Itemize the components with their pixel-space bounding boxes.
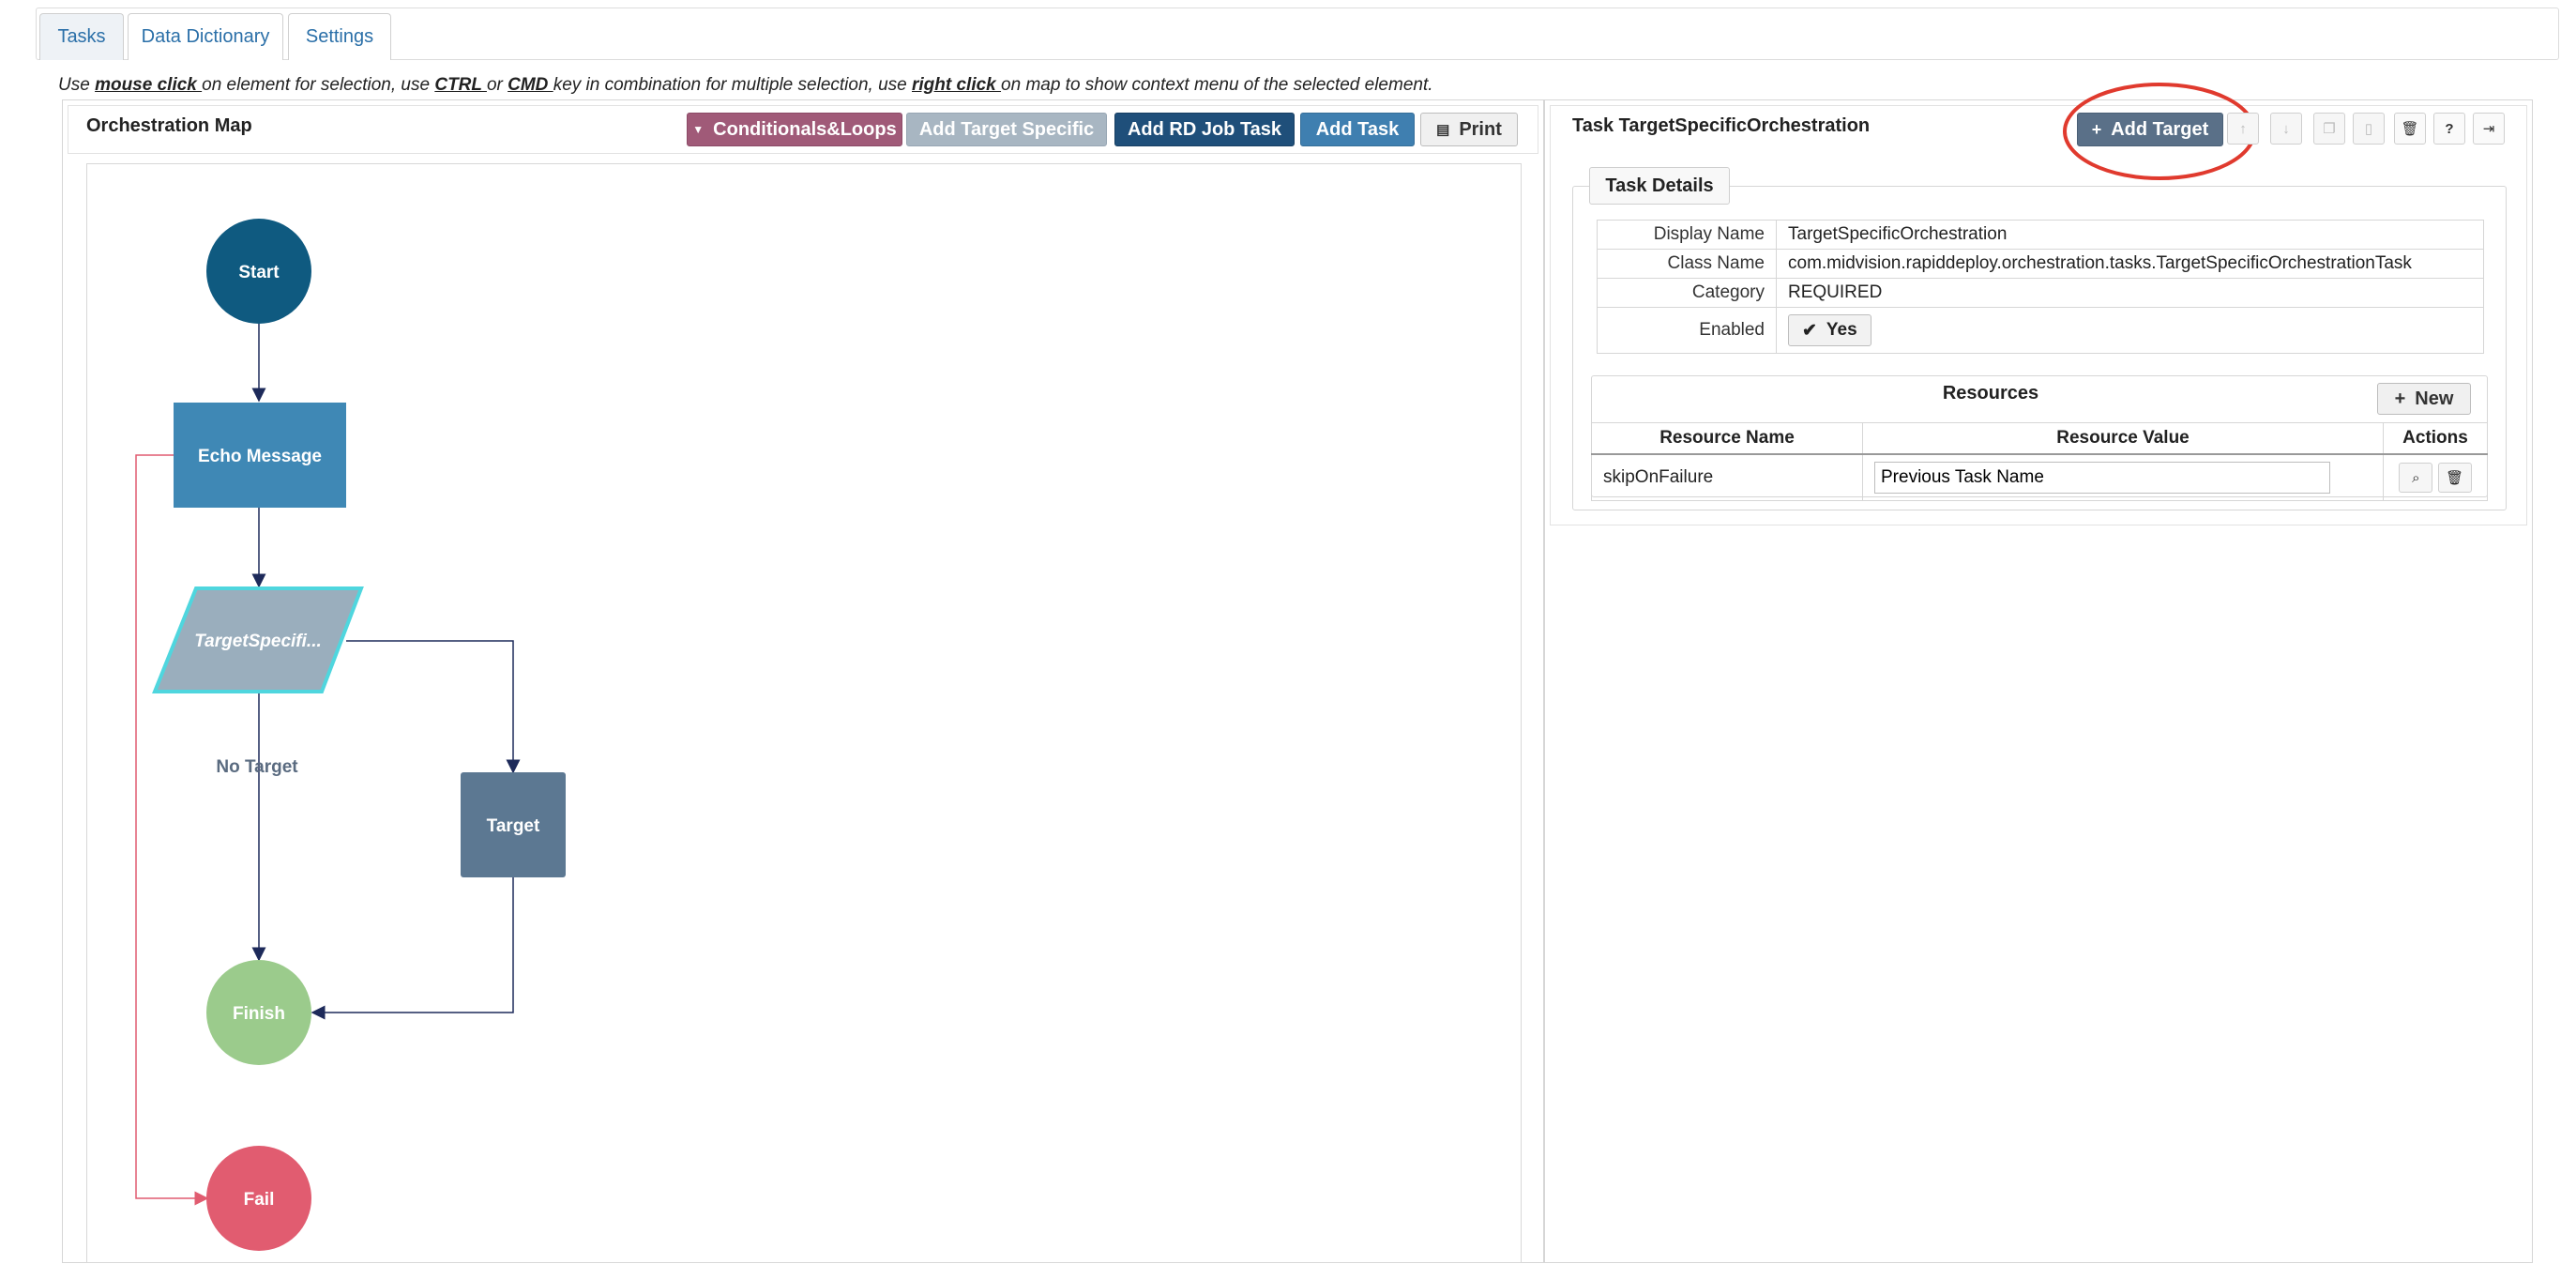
detail-label: Category: [1597, 278, 1777, 308]
plus-icon: +: [2394, 388, 2406, 409]
edge-to-target: [346, 640, 521, 774]
enabled-label: Enabled: [1597, 307, 1777, 354]
col-resource-value: Resource Value: [1862, 422, 2384, 455]
new-label: New: [2415, 388, 2454, 409]
conditionals-loops-button[interactable]: ▼ Conditionals&Loops: [687, 113, 902, 146]
start-label: Start: [238, 263, 280, 282]
edge-echo-fail: [135, 454, 209, 1206]
finish-label: Finish: [233, 1004, 285, 1024]
tab-bar: [36, 8, 2559, 60]
move-up-icon[interactable]: ↑: [2227, 113, 2259, 145]
instruction-hint: Use mouse click on element for selection…: [58, 75, 1433, 96]
copy-icon[interactable]: ❐: [2313, 113, 2345, 145]
enabled-cell: ✔ Yes: [1776, 307, 2484, 354]
add-target-specific-button[interactable]: Add Target Specific: [906, 113, 1107, 146]
check-icon: ✔: [1802, 320, 1817, 341]
node-target[interactable]: Target: [461, 772, 566, 877]
detail-value: REQUIRED: [1776, 278, 2484, 308]
detail-label: Class Name: [1597, 249, 1777, 279]
node-echo-message[interactable]: Echo Message: [174, 403, 346, 508]
print-icon: ▤: [1436, 122, 1450, 138]
detail-row: Display Name TargetSpecificOrchestration: [1597, 220, 2484, 250]
detail-value: com.midvision.rapiddeploy.orchestration.…: [1776, 249, 2484, 279]
target-label: Target: [487, 816, 540, 836]
detail-row-enabled: Enabled ✔ Yes: [1597, 307, 2484, 354]
echo-label: Echo Message: [198, 447, 322, 466]
detail-value: TargetSpecificOrchestration: [1776, 220, 2484, 250]
node-fail[interactable]: Fail: [206, 1146, 311, 1251]
collapse-panel-icon[interactable]: ⇥: [2473, 113, 2505, 145]
hint-text: or: [486, 75, 508, 95]
enabled-toggle[interactable]: ✔ Yes: [1788, 314, 1871, 346]
hint-text: Use: [58, 75, 96, 95]
resources-header-row: Resource Name Resource Value Actions: [1591, 422, 2488, 455]
enabled-value: Yes: [1826, 320, 1857, 340]
resource-value-input[interactable]: [1874, 462, 2330, 494]
hint-text: key in combination for multiple selectio…: [553, 75, 912, 95]
tab-data-dictionary[interactable]: Data Dictionary: [128, 13, 283, 60]
detail-label: Display Name: [1597, 220, 1777, 250]
hint-keyword: right click: [912, 75, 1002, 95]
task-details-table: Display Name TargetSpecificOrchestration…: [1597, 220, 2484, 354]
resource-name: skipOnFailure: [1591, 453, 1863, 501]
map-canvas[interactable]: Start Echo Message TargetSpecifi... No T…: [86, 163, 1522, 1263]
resource-row: skipOnFailure ⌕ 🗑︎: [1591, 453, 2488, 501]
node-start[interactable]: Start: [206, 219, 311, 324]
hint-keyword: CTRL: [434, 75, 487, 95]
add-rd-job-task-button[interactable]: Add RD Job Task: [1114, 113, 1295, 146]
edge-label-no-target: No Target: [216, 757, 298, 777]
paste-icon[interactable]: ▯: [2353, 113, 2385, 145]
hint-keyword: mouse click: [95, 75, 203, 95]
col-actions: Actions: [2383, 422, 2488, 455]
resource-value-cell: [1862, 453, 2384, 501]
resources-title: Resources: [1942, 383, 2039, 404]
hint-text: on map to show context menu of the selec…: [1001, 75, 1433, 95]
tab-settings[interactable]: Settings: [288, 13, 391, 60]
fail-label: Fail: [244, 1190, 275, 1210]
node-target-specific[interactable]: TargetSpecifi...: [152, 586, 364, 693]
detail-row: Class Name com.midvision.rapiddeploy.orc…: [1597, 249, 2484, 279]
help-icon[interactable]: ?: [2433, 113, 2465, 145]
edge-target-finish: [311, 877, 514, 1020]
target-specific-label: TargetSpecifi...: [194, 632, 322, 651]
map-title: Orchestration Map: [86, 115, 252, 136]
hint-text: on element for selection, use: [202, 75, 435, 95]
trash-icon[interactable]: 🗑︎: [2394, 113, 2426, 145]
tab-tasks[interactable]: Tasks: [39, 13, 124, 60]
col-resource-name: Resource Name: [1591, 422, 1863, 455]
resource-actions: ⌕ 🗑︎: [2383, 453, 2488, 501]
print-label: Print: [1459, 118, 1502, 140]
print-button[interactable]: ▤ Print: [1420, 113, 1518, 146]
delete-resource-icon[interactable]: 🗑︎: [2437, 462, 2472, 493]
detail-row: Category REQUIRED: [1597, 278, 2484, 308]
caret-down-icon: ▼: [692, 123, 705, 136]
hint-keyword: CMD: [508, 75, 553, 95]
task-details-tab[interactable]: Task Details: [1589, 167, 1730, 205]
conditionals-label: Conditionals&Loops: [713, 118, 897, 140]
search-icon[interactable]: ⌕: [2399, 463, 2433, 494]
task-title: Task TargetSpecificOrchestration: [1572, 115, 1871, 136]
map-diagram: Start Echo Message TargetSpecifi... No T…: [135, 219, 566, 1251]
new-resource-button[interactable]: + New: [2377, 383, 2471, 415]
resources-table: Resource Name Resource Value Actions ski…: [1591, 422, 2488, 501]
add-task-button[interactable]: Add Task: [1300, 113, 1415, 146]
node-finish[interactable]: Finish: [206, 960, 311, 1065]
move-down-icon[interactable]: ↓: [2270, 113, 2302, 145]
